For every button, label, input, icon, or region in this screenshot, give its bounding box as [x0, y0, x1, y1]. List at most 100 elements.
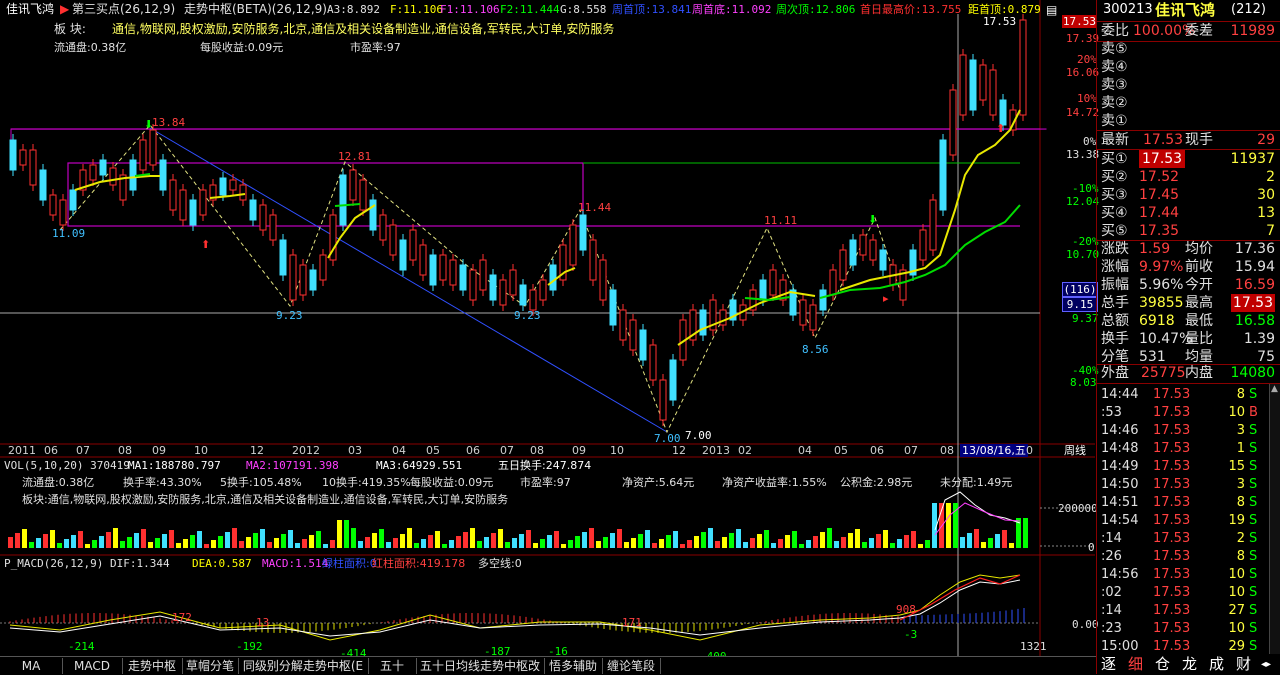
candle-body: [660, 380, 666, 420]
volume-bar: [288, 530, 293, 548]
stat-value: 1.59: [1139, 240, 1170, 258]
tab-cang[interactable]: 仓: [1155, 655, 1170, 674]
volume-bar: [673, 531, 678, 548]
volume-bar: [267, 542, 272, 548]
macd-dea: DEA:0.587: [192, 557, 252, 570]
axis-price-current: 17.53: [1062, 15, 1096, 28]
macd-value: MACD:1.514: [262, 557, 328, 570]
macd-label: 172: [172, 611, 192, 624]
tab-ma[interactable]: MA: [0, 658, 63, 674]
axis-price-label: 16.06: [1066, 66, 1099, 79]
volume-bar: [113, 528, 118, 548]
volume-bar: [645, 530, 650, 548]
tick-side: S: [1249, 512, 1257, 530]
volume-bar: [897, 539, 902, 548]
tick-price: 17.53: [1153, 548, 1190, 566]
volume-bar: [15, 533, 20, 548]
scroll-up-icon[interactable]: ▲: [1271, 384, 1278, 394]
tick-time: 14:44: [1101, 386, 1138, 404]
tick-volume: 8: [1225, 548, 1245, 566]
tick-volume: 1: [1225, 440, 1245, 458]
candle-body: [250, 200, 256, 220]
volume-bar: [778, 539, 783, 548]
period-label[interactable]: 周线: [1064, 444, 1086, 457]
tab-zhu[interactable]: 逐: [1101, 655, 1116, 674]
tick-time: 14:54: [1101, 512, 1138, 530]
sell-level-label: 卖③: [1101, 76, 1128, 94]
volume-bar: [92, 540, 97, 548]
volume-bar: [862, 542, 867, 548]
candle-body: [950, 90, 956, 155]
buy-level-volume: 13: [1257, 204, 1275, 222]
axis-price-label: 9.37: [1072, 312, 1099, 325]
candle-body: [810, 305, 816, 330]
tab-long[interactable]: 龙: [1182, 655, 1197, 674]
volume-bar: [337, 520, 342, 548]
volume-bar: [498, 529, 503, 548]
vol-ma2: MA2:107191.398: [246, 459, 339, 472]
chart-area[interactable]: 佳讯飞鸿 ▶ 第三买点(26,12,9) 走势中枢(BETA)(26,12,9)…: [0, 0, 1095, 656]
axis-pct-label: 20%: [1077, 53, 1097, 66]
tick-volume: 10: [1225, 404, 1245, 422]
commission-row: 委比 100.00% 委差 11989: [1097, 22, 1280, 40]
buy-level-volume: 30: [1257, 186, 1275, 204]
volume-bar: [680, 544, 685, 548]
tab-chan-strokes[interactable]: 缠论笔段: [602, 658, 661, 674]
stat-row: 涨跌1.59均价17.36: [1097, 240, 1280, 258]
axis-price-label: 13.38: [1066, 148, 1099, 161]
tab-macd[interactable]: MACD: [62, 658, 123, 674]
tab-fifty-day-hub[interactable]: 五十日均线走势中枢改: [416, 658, 545, 674]
volume-bar: [967, 533, 972, 548]
volume-bar: [204, 544, 209, 548]
volume-bar: [547, 535, 552, 548]
tab-trend-hub[interactable]: 走势中枢: [122, 658, 183, 674]
candle-body: [880, 250, 886, 270]
volume-bar: [386, 542, 391, 548]
vol-ma3: MA3:64929.551: [376, 459, 462, 472]
macd-red-area: 红柱面积:419.178: [372, 557, 465, 570]
tab-same-level-decomposition[interactable]: 同级别分解走势中枢(E: [238, 658, 369, 674]
candle-body: [390, 225, 396, 255]
tick-price: 17.53: [1153, 512, 1190, 530]
volume-bar: [169, 530, 174, 548]
sell-level-row: 卖②: [1097, 94, 1280, 112]
volume-bar: [743, 542, 748, 548]
vol-ma1: MA1:188780.797: [128, 459, 221, 472]
volume-bar: [106, 532, 111, 548]
candle-body: [570, 225, 576, 265]
tick-price: 17.53: [1153, 386, 1190, 404]
price-annotation: 11.11: [764, 214, 797, 227]
stat-value: 17.53: [1231, 294, 1275, 312]
volume-bar: [666, 535, 671, 548]
tick-time: :14: [1101, 530, 1122, 548]
vol-sector-info: 板块:通信,物联网,股权激励,安防服务,北京,通信及相关设备制造业,通信设备,军…: [22, 493, 508, 506]
tab-cheng[interactable]: 成: [1209, 655, 1224, 674]
tick-scrollbar[interactable]: ▲: [1269, 384, 1280, 654]
volume-bar: [36, 538, 41, 548]
date-tick: 04: [798, 444, 812, 457]
tab-xi[interactable]: 细: [1128, 655, 1143, 674]
axis-price-label: 8.03: [1070, 376, 1097, 389]
indicator-tab-bar: MA MACD 走势中枢 草帽分笔 同级别分解走势中枢(E 五十 五十日均线走势…: [0, 656, 1096, 675]
tab-cai[interactable]: 财: [1236, 655, 1251, 674]
tick-volume: 3: [1225, 476, 1245, 494]
tab-straw-hat[interactable]: 草帽分笔: [182, 658, 239, 674]
tabs-more-icon[interactable]: ◂▸: [1261, 655, 1271, 674]
volume-bar: [414, 543, 419, 548]
volume-bar: [820, 532, 825, 548]
candle-body: [720, 310, 726, 325]
tab-wuduo-aux[interactable]: 悟多辅助: [544, 658, 603, 674]
stat-label: 前收: [1185, 258, 1213, 276]
play-icon[interactable]: ▶: [60, 2, 69, 16]
tab-fifty[interactable]: 五十: [368, 658, 417, 674]
axis-price-label: 10.70: [1066, 248, 1099, 261]
stat-value: 17.36: [1235, 240, 1275, 258]
buy-level-label: 买③: [1101, 186, 1128, 204]
tick-price: 17.53: [1153, 638, 1190, 656]
tick-side: S: [1249, 620, 1257, 638]
price-annotation: 9.23: [276, 309, 303, 322]
last-label: 最新: [1101, 131, 1129, 149]
menu-icon[interactable]: ▤: [1046, 3, 1057, 17]
volume-bar: [218, 536, 223, 548]
volume-bar: [295, 543, 300, 548]
